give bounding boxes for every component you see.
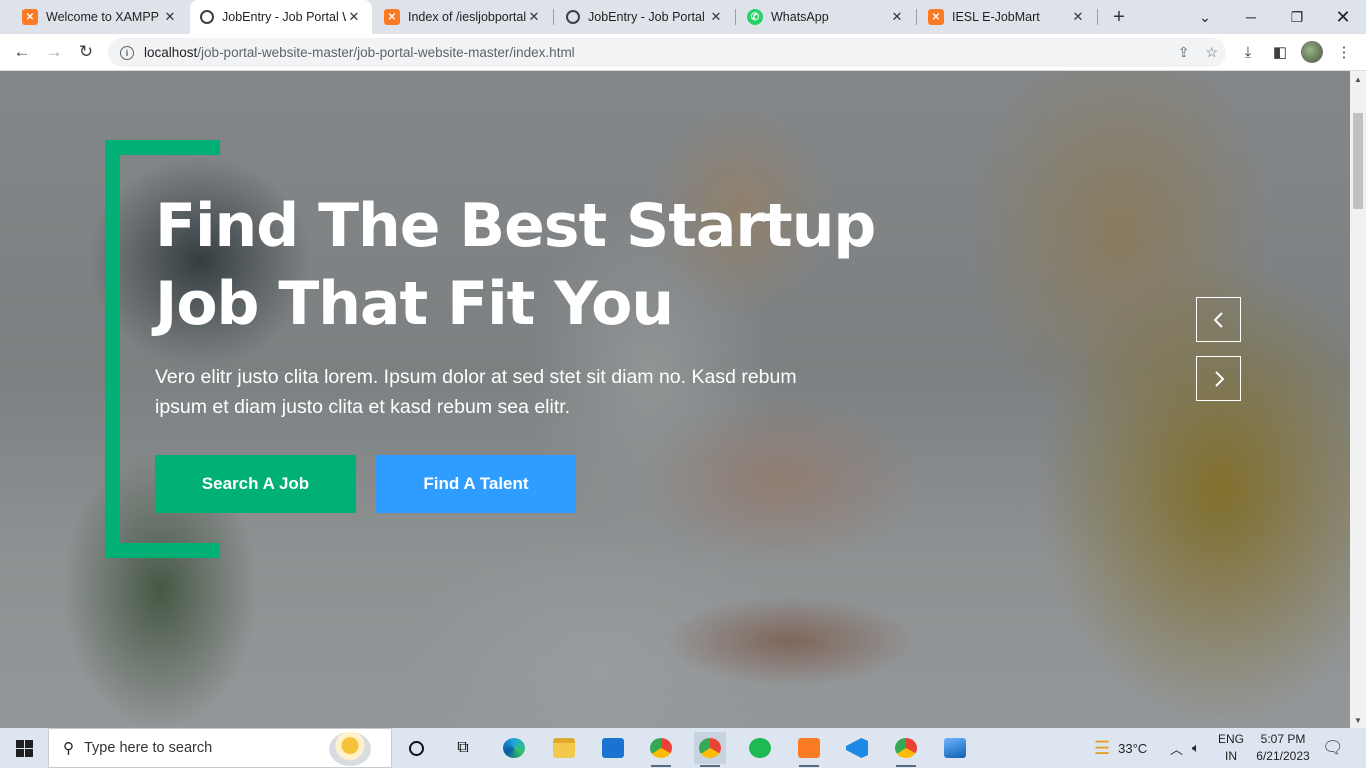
xampp-icon: ✕ <box>22 9 38 25</box>
tab-label: IESL E-JobMart <box>952 10 1040 24</box>
url-path: /job-portal-website-master/job-portal-we… <box>197 45 575 60</box>
search-job-button[interactable]: Search A Job <box>155 455 356 513</box>
restore-button[interactable]: ❐ <box>1274 0 1320 34</box>
spotify-icon[interactable] <box>744 732 776 764</box>
tab-search-button[interactable]: ⌄ <box>1182 0 1228 34</box>
hero-description: Vero elitr justo clita lorem. Ipsum dolo… <box>155 366 797 418</box>
vscode-icon[interactable] <box>841 732 873 764</box>
file-explorer-icon[interactable] <box>548 732 580 764</box>
windows-taskbar: ⚲ Type here to search ⧉ ☰ 33°C ︿ 🔈︎ ENG … <box>0 728 1366 768</box>
close-icon[interactable]: ✕ <box>889 9 905 25</box>
scroll-down-arrow-icon[interactable]: ▼ <box>1350 712 1366 728</box>
tab-jobentry-active[interactable]: JobEntry - Job Portal W ✕ <box>190 0 372 34</box>
scroll-up-arrow-icon[interactable]: ▲ <box>1350 71 1366 87</box>
carousel-next-button[interactable] <box>1196 356 1241 401</box>
tab-welcome-xampp[interactable]: ✕ Welcome to XAMPP ✕ <box>12 0 188 34</box>
close-icon[interactable]: ✕ <box>346 9 362 25</box>
close-icon[interactable]: ✕ <box>1070 9 1086 25</box>
carousel-prev-button[interactable] <box>1196 297 1241 342</box>
hero-title: Find The Best Startup Job That Fit You <box>155 187 915 343</box>
browser-toolbar: ← → ↻ i localhost/job-portal-website-mas… <box>0 34 1366 71</box>
tab-whatsapp[interactable]: ✆ WhatsApp ✕ <box>737 0 915 34</box>
close-window-button[interactable]: ✕ <box>1320 0 1366 34</box>
whatsapp-icon: ✆ <box>747 9 763 25</box>
chrome-icon-2[interactable] <box>890 732 922 767</box>
new-tab-button[interactable]: + <box>1106 4 1132 30</box>
hero-title-line: Job That Fit You <box>155 269 674 339</box>
tab-label: Index of /iesljobportal <box>408 10 526 24</box>
search-icon: ⚲ <box>63 740 74 757</box>
xampp-control-icon[interactable] <box>793 732 825 767</box>
mail-icon[interactable] <box>597 732 629 764</box>
close-icon[interactable]: ✕ <box>162 9 178 25</box>
system-clock[interactable]: 5:07 PM 6/21/2023 <box>1254 731 1312 765</box>
chrome-profile-icon[interactable] <box>694 732 726 767</box>
xampp-icon: ✕ <box>928 9 944 25</box>
tab-divider <box>1097 9 1098 25</box>
xampp-icon: ✕ <box>384 9 400 25</box>
tab-label: JobEntry - Job Portal W <box>222 10 346 24</box>
clock-date: 6/21/2023 <box>1256 749 1310 763</box>
chevron-up-icon: ︿ <box>1170 741 1184 757</box>
back-button[interactable]: ← <box>8 38 36 66</box>
lang-region: IN <box>1225 749 1237 763</box>
address-bar[interactable]: i localhost/job-portal-website-master/jo… <box>108 38 1226 67</box>
chevron-left-icon <box>1213 311 1223 328</box>
avatar <box>1301 41 1323 63</box>
page-viewport: Find The Best Startup Job That Fit You V… <box>0 71 1350 728</box>
cortana-icon[interactable] <box>400 732 432 764</box>
tab-jobentry[interactable]: JobEntry - Job Portal W ✕ <box>556 0 734 34</box>
notification-icon[interactable]: 🗨︎ <box>1322 728 1344 768</box>
tab-label: WhatsApp <box>771 10 829 24</box>
weather-temp: 33°C <box>1118 740 1148 756</box>
browser-tab-strip: ✕ Welcome to XAMPP ✕ JobEntry - Job Port… <box>0 0 1366 34</box>
clock-time: 5:07 PM <box>1260 732 1306 746</box>
hero-title-line: Find The Best Startup <box>155 191 876 261</box>
weather-widget[interactable]: ☰ 33°C <box>1094 728 1147 768</box>
close-icon[interactable]: ✕ <box>526 9 542 25</box>
input-language[interactable]: ENG IN <box>1216 731 1246 765</box>
forward-button[interactable]: → <box>40 38 68 66</box>
chevron-right-icon <box>1214 370 1224 387</box>
photos-icon[interactable] <box>939 732 971 764</box>
find-talent-button[interactable]: Find A Talent <box>376 455 576 513</box>
scrollbar-thumb[interactable] <box>1353 113 1363 209</box>
taskbar-search-box[interactable]: ⚲ Type here to search <box>48 728 392 768</box>
globe-icon <box>200 10 214 24</box>
globe-icon <box>566 10 580 24</box>
share-icon[interactable]: ⇪ <box>1178 44 1190 61</box>
bookmark-star-icon[interactable]: ☆ <box>1205 44 1218 61</box>
edge-browser-icon[interactable] <box>498 732 530 764</box>
search-highlight-icon <box>329 732 371 766</box>
url-host: localhost <box>144 45 198 60</box>
tab-divider <box>735 9 736 25</box>
info-icon[interactable]: i <box>120 45 134 60</box>
page-scrollbar[interactable]: ▲ ▼ <box>1350 71 1366 728</box>
download-icon[interactable]: ⤓ <box>1234 38 1262 66</box>
volume-icon[interactable]: 🔈︎ <box>1192 728 1200 768</box>
task-view-icon[interactable]: ⧉ <box>447 732 479 764</box>
start-button[interactable] <box>0 728 48 768</box>
side-panel-icon[interactable]: ◧ <box>1266 38 1294 66</box>
reload-button[interactable]: ↻ <box>72 38 100 66</box>
chrome-icon[interactable] <box>645 732 677 767</box>
tab-iesl-ejobmart[interactable]: ✕ IESL E-JobMart ✕ <box>918 0 1096 34</box>
show-hidden-icons-button[interactable]: ︿ <box>1170 728 1183 768</box>
close-icon[interactable]: ✕ <box>708 9 724 25</box>
weather-icon: ☰ <box>1094 737 1111 758</box>
search-placeholder: Type here to search <box>84 740 213 756</box>
tab-index-iesljobportal[interactable]: ✕ Index of /iesljobportal ✕ <box>374 0 552 34</box>
profile-avatar[interactable] <box>1298 38 1326 66</box>
windows-logo-icon <box>15 739 33 757</box>
lang-code: ENG <box>1217 732 1244 746</box>
tab-divider <box>553 9 554 25</box>
tab-label: Welcome to XAMPP <box>46 10 160 24</box>
tab-divider <box>916 9 917 25</box>
menu-kebab-icon[interactable]: ⋮ <box>1330 38 1358 66</box>
tab-label: JobEntry - Job Portal W <box>588 10 708 24</box>
minimize-button[interactable]: ─ <box>1228 0 1274 34</box>
